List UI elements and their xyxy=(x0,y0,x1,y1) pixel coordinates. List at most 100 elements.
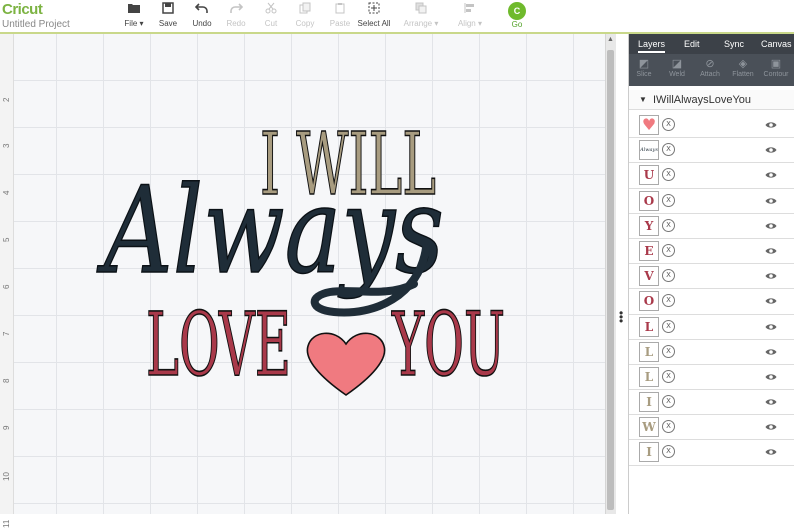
arrange-button[interactable]: Arrange ▾ xyxy=(402,2,440,32)
top-toolbar: Cricut Untitled Project File ▾ Save Undo… xyxy=(0,0,794,34)
cut-button[interactable]: Cut xyxy=(261,2,281,32)
layer-thumbnail: I xyxy=(639,392,659,413)
go-button[interactable]: C Go xyxy=(506,2,528,29)
visibility-eye-icon[interactable] xyxy=(765,371,777,383)
layer-row[interactable]: IⅩ xyxy=(629,390,794,416)
cut-label: Cut xyxy=(264,19,278,28)
layer-operation-icon[interactable]: Ⅹ xyxy=(662,118,675,131)
cricut-logo[interactable]: Cricut xyxy=(2,1,43,18)
weld-button[interactable]: ◪ Weld xyxy=(662,57,692,78)
collapse-triangle-icon[interactable]: ▼ xyxy=(639,95,647,104)
redo-button[interactable]: Redo xyxy=(225,2,247,32)
visibility-eye-icon[interactable] xyxy=(765,195,777,207)
ruler-label: 3 xyxy=(2,143,11,148)
layer-row[interactable]: OⅩ xyxy=(629,189,794,214)
layer-row[interactable]: YⅩ xyxy=(629,214,794,239)
visibility-eye-icon[interactable] xyxy=(765,295,777,307)
copy-button[interactable]: Copy xyxy=(294,2,316,32)
layer-operation-icon[interactable]: Ⅹ xyxy=(662,269,675,283)
layer-operation-icon[interactable]: Ⅹ xyxy=(662,243,675,257)
scroll-up-icon[interactable]: ▲ xyxy=(607,36,614,43)
attach-button[interactable]: ⊘ Attach xyxy=(695,57,725,78)
layer-operation-icon[interactable]: Ⅹ xyxy=(662,143,675,157)
visibility-eye-icon[interactable] xyxy=(765,119,777,131)
panel-tabs: Layers Edit Sync Canvas xyxy=(629,34,794,54)
paste-icon xyxy=(329,2,351,18)
ruler-label: 8 xyxy=(2,378,11,383)
layer-row[interactable]: LⅩ xyxy=(629,315,794,340)
paste-button[interactable]: Paste xyxy=(329,2,351,32)
layer-thumbnail: O xyxy=(639,190,659,211)
design-heart[interactable] xyxy=(306,332,386,396)
tab-layers[interactable]: Layers xyxy=(638,39,666,53)
visibility-eye-icon[interactable] xyxy=(765,446,777,458)
layer-group-row[interactable]: ▼ IWillAlwaysLoveYou xyxy=(629,90,794,110)
visibility-eye-icon[interactable] xyxy=(765,346,777,358)
design-text-love[interactable]: LOVE xyxy=(145,292,292,397)
layer-operation-icon[interactable]: Ⅹ xyxy=(662,344,675,358)
layer-operation-icon[interactable]: Ⅹ xyxy=(662,395,675,409)
layer-row[interactable]: ♥ Ⅹ xyxy=(629,113,794,139)
align-button[interactable]: Align ▾ xyxy=(455,2,485,32)
layer-operation-icon[interactable]: Ⅹ xyxy=(662,218,675,232)
design-artwork[interactable]: I WILL LOVE YOU Always xyxy=(14,34,605,514)
redo-label: Redo xyxy=(226,19,246,28)
tab-edit[interactable]: Edit xyxy=(684,39,700,49)
file-label: File xyxy=(124,19,138,28)
layer-row[interactable]: LⅩ xyxy=(629,340,794,365)
tab-canvas[interactable]: Canvas xyxy=(761,39,792,49)
design-text-you[interactable]: YOU xyxy=(391,292,506,397)
attach-label: Attach xyxy=(700,71,720,78)
arrange-label: Arrange xyxy=(403,19,433,28)
file-button[interactable]: File ▾ xyxy=(122,2,146,32)
layer-thumbnail: V xyxy=(639,266,659,287)
ruler-label: 11 xyxy=(2,519,11,528)
visibility-eye-icon[interactable] xyxy=(765,144,777,156)
chevron-down-icon: ▾ xyxy=(139,19,144,28)
save-label: Save xyxy=(158,19,178,28)
layer-actions: ◩ Slice ◪ Weld ⊘ Attach ◈ Flatten ▣ Cont… xyxy=(629,54,794,86)
canvas-scroll-thumb[interactable] xyxy=(607,50,614,510)
undo-button[interactable]: Undo xyxy=(191,2,213,32)
layer-row[interactable]: LⅩ xyxy=(629,365,794,391)
visibility-eye-icon[interactable] xyxy=(765,270,777,282)
contour-button[interactable]: ▣ Contour xyxy=(761,57,791,78)
select-all-button[interactable]: Select All xyxy=(357,2,391,32)
visibility-eye-icon[interactable] xyxy=(765,220,777,232)
layer-operation-icon[interactable]: Ⅹ xyxy=(662,193,675,207)
tab-sync[interactable]: Sync xyxy=(724,39,744,49)
layer-row[interactable]: VⅩ xyxy=(629,264,794,290)
layer-operation-icon[interactable]: Ⅹ xyxy=(662,369,675,383)
layer-operation-icon[interactable]: Ⅹ xyxy=(662,420,675,434)
visibility-eye-icon[interactable] xyxy=(765,245,777,257)
ruler-label: 9 xyxy=(2,425,11,430)
project-name[interactable]: Untitled Project xyxy=(2,19,70,30)
layer-operation-icon[interactable]: Ⅹ xyxy=(662,319,675,333)
save-button[interactable]: Save xyxy=(157,2,179,32)
layer-operation-icon[interactable]: Ⅹ xyxy=(662,445,675,459)
slice-icon: ◩ xyxy=(638,58,650,70)
layer-operation-icon[interactable]: Ⅹ xyxy=(662,294,675,308)
visibility-eye-icon[interactable] xyxy=(765,396,777,408)
layer-thumbnail: I xyxy=(639,442,659,463)
redo-icon xyxy=(225,2,247,18)
flatten-button[interactable]: ◈ Flatten xyxy=(728,57,758,78)
ruler-label: 10 xyxy=(2,472,11,481)
visibility-eye-icon[interactable] xyxy=(765,421,777,433)
design-text-always[interactable]: Always xyxy=(95,161,444,302)
panel-resize-handle-icon[interactable]: • • • xyxy=(619,307,623,327)
layer-thumbnail: U xyxy=(639,165,659,186)
layer-row[interactable]: EⅩ xyxy=(629,239,794,265)
layer-row[interactable]: Always Ⅹ xyxy=(629,138,794,164)
design-canvas[interactable]: I WILL LOVE YOU Always xyxy=(14,34,605,514)
layer-row[interactable]: WⅩ xyxy=(629,415,794,441)
layer-row[interactable]: UⅩ xyxy=(629,163,794,189)
layer-row[interactable]: OⅩ xyxy=(629,289,794,315)
ruler-label: 5 xyxy=(2,237,11,242)
paste-label: Paste xyxy=(329,19,351,28)
layer-row[interactable]: IⅩ xyxy=(629,440,794,466)
visibility-eye-icon[interactable] xyxy=(765,169,777,181)
slice-button[interactable]: ◩ Slice xyxy=(629,57,659,78)
visibility-eye-icon[interactable] xyxy=(765,321,777,333)
layer-operation-icon[interactable]: Ⅹ xyxy=(662,168,675,182)
